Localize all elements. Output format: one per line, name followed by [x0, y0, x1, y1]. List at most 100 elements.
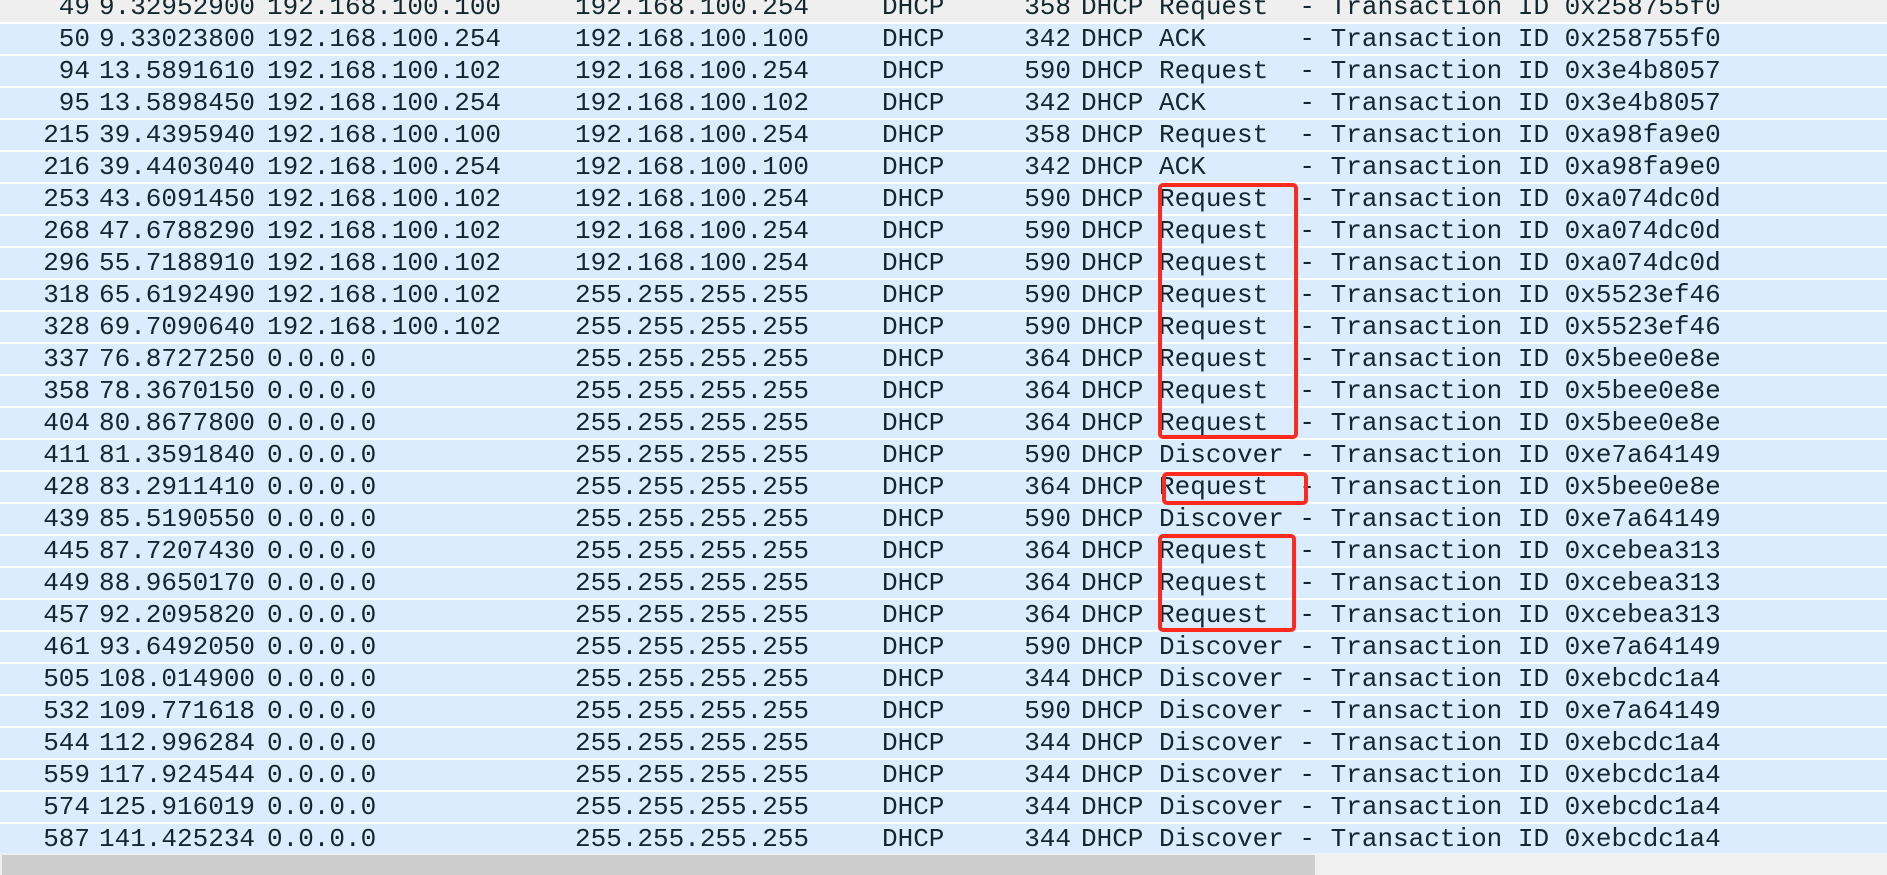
scrollbar-thumb[interactable] [2, 855, 1315, 875]
packet-length: 344 [1024, 664, 1071, 694]
packet-destination: 255.255.255.255 [575, 408, 810, 438]
table-row[interactable]: 50 9.33023800 192.168.100.254 192.168.100.1… [0, 24, 1887, 54]
packet-number: 296 [43, 248, 90, 278]
packet-protocol: DHCP [882, 152, 945, 182]
packet-destination: 255.255.255.255 [575, 440, 810, 470]
packet-time: 47.6788290 [99, 216, 256, 246]
packet-destination: 192.168.100.102 [575, 88, 810, 118]
packet-info: DHCP Discover - Transaction ID 0xebcdc1a… [1081, 824, 1721, 854]
packet-destination: 255.255.255.255 [575, 344, 810, 374]
table-row[interactable]: 587 141.425234 0.0.0.0 255.255.255.255 DHCP 3… [0, 824, 1887, 854]
packet-protocol: DHCP [882, 600, 945, 630]
packet-info: DHCP Discover - Transaction ID 0xe7a6414… [1081, 504, 1721, 534]
table-row[interactable]: 532 109.771618 0.0.0.0 255.255.255.255 DHCP 5… [0, 696, 1887, 726]
packet-time: 141.425234 [99, 824, 256, 854]
table-row[interactable]: 268 47.6788290 192.168.100.102 192.168.100.… [0, 216, 1887, 246]
packet-source: 0.0.0.0 [267, 792, 377, 822]
table-row[interactable]: 337 76.8727250 0.0.0.0 255.255.255.255 DHCP 3… [0, 344, 1887, 374]
table-row[interactable]: 559 117.924544 0.0.0.0 255.255.255.255 DHCP 3… [0, 760, 1887, 790]
packet-destination: 255.255.255.255 [575, 280, 810, 310]
table-row[interactable]: 461 93.6492050 0.0.0.0 255.255.255.255 DHCP 5… [0, 632, 1887, 662]
packet-time: 125.916019 [99, 792, 256, 822]
packet-protocol: DHCP [882, 728, 945, 758]
table-row[interactable]: 445 87.7207430 0.0.0.0 255.255.255.255 DHCP 3… [0, 536, 1887, 566]
packet-info: DHCP Discover - Transaction ID 0xebcdc1a… [1081, 664, 1721, 694]
packet-protocol: DHCP [882, 376, 945, 406]
table-row[interactable]: 215 39.4395940 192.168.100.100 192.168.100.… [0, 120, 1887, 150]
horizontal-scrollbar[interactable] [0, 853, 1887, 875]
packet-length: 590 [1024, 216, 1071, 246]
table-row[interactable]: 296 55.7188910 192.168.100.102 192.168.100.… [0, 248, 1887, 278]
table-row[interactable]: 574 125.916019 0.0.0.0 255.255.255.255 DHCP 3… [0, 792, 1887, 822]
packet-time: 92.2095820 [99, 600, 256, 630]
table-row[interactable]: 428 83.2911410 0.0.0.0 255.255.255.255 DHCP 3… [0, 472, 1887, 502]
table-row[interactable]: 328 69.7090640 192.168.100.102 255.255.255.… [0, 312, 1887, 342]
packet-destination: 192.168.100.254 [575, 0, 810, 22]
packet-length: 364 [1024, 376, 1071, 406]
packet-number: 215 [43, 120, 90, 150]
packet-number: 50 [58, 24, 90, 54]
packet-source: 192.168.100.100 [267, 120, 502, 150]
packet-number: 216 [43, 152, 90, 182]
packet-length: 590 [1024, 248, 1071, 278]
table-row[interactable]: 49 9.32952900 192.168.100.100 192.168.100.2… [0, 0, 1887, 22]
packet-length: 344 [1024, 760, 1071, 790]
packet-source: 0.0.0.0 [267, 472, 377, 502]
table-row[interactable]: 449 88.9650170 0.0.0.0 255.255.255.255 DHCP 3… [0, 568, 1887, 598]
packet-protocol: DHCP [882, 280, 945, 310]
packet-time: 108.014900 [99, 664, 256, 694]
packet-number: 337 [43, 344, 90, 374]
packet-length: 344 [1024, 824, 1071, 854]
packet-source: 192.168.100.254 [267, 152, 502, 182]
packet-length: 364 [1024, 408, 1071, 438]
table-row[interactable]: 94 13.5891610 192.168.100.102 192.168.100.2… [0, 56, 1887, 86]
table-row[interactable]: 318 65.6192490 192.168.100.102 255.255.255.… [0, 280, 1887, 310]
table-row[interactable]: 216 39.4403040 192.168.100.254 192.168.100.… [0, 152, 1887, 182]
table-row[interactable]: 404 80.8677800 0.0.0.0 255.255.255.255 DHCP 3… [0, 408, 1887, 438]
packet-source: 0.0.0.0 [267, 440, 377, 470]
table-row[interactable]: 544 112.996284 0.0.0.0 255.255.255.255 DHCP 3… [0, 728, 1887, 758]
packet-source: 0.0.0.0 [267, 760, 377, 790]
packet-length: 364 [1024, 600, 1071, 630]
packet-protocol: DHCP [882, 56, 945, 86]
packet-source: 0.0.0.0 [267, 568, 377, 598]
packet-destination: 255.255.255.255 [575, 312, 810, 342]
packet-destination: 255.255.255.255 [575, 824, 810, 854]
packet-protocol: DHCP [882, 504, 945, 534]
packet-time: 13.5891610 [99, 56, 256, 86]
packet-number: 49 [58, 0, 90, 22]
packet-protocol: DHCP [882, 344, 945, 374]
table-row[interactable]: 358 78.3670150 0.0.0.0 255.255.255.255 DHCP 3… [0, 376, 1887, 406]
packet-source: 192.168.100.100 [267, 0, 502, 22]
packet-length: 364 [1024, 472, 1071, 502]
table-row[interactable]: 253 43.6091450 192.168.100.102 192.168.100.… [0, 184, 1887, 214]
packet-number: 328 [43, 312, 90, 342]
packet-protocol: DHCP [882, 536, 945, 566]
packet-protocol: DHCP [882, 760, 945, 790]
packet-time: 65.6192490 [99, 280, 256, 310]
packet-destination: 255.255.255.255 [575, 792, 810, 822]
packet-number: 449 [43, 568, 90, 598]
table-row[interactable]: 95 13.5898450 192.168.100.254 192.168.100.1… [0, 88, 1887, 118]
table-row[interactable]: 457 92.2095820 0.0.0.0 255.255.255.255 DHCP 3… [0, 600, 1887, 630]
packet-time: 81.3591840 [99, 440, 256, 470]
packet-protocol: DHCP [882, 312, 945, 342]
packet-source: 192.168.100.102 [267, 56, 502, 86]
packet-protocol: DHCP [882, 568, 945, 598]
packet-destination: 192.168.100.254 [575, 120, 810, 150]
packet-protocol: DHCP [882, 408, 945, 438]
packet-source: 0.0.0.0 [267, 824, 377, 854]
table-row[interactable]: 411 81.3591840 0.0.0.0 255.255.255.255 DHCP 5… [0, 440, 1887, 470]
packet-time: 9.32952900 [99, 0, 256, 22]
packet-protocol: DHCP [882, 248, 945, 278]
table-row[interactable]: 505 108.014900 0.0.0.0 255.255.255.255 DHCP 3… [0, 664, 1887, 694]
packet-protocol: DHCP [882, 440, 945, 470]
packet-time: 117.924544 [99, 760, 256, 790]
packet-time: 83.2911410 [99, 472, 256, 502]
packet-destination: 255.255.255.255 [575, 472, 810, 502]
packet-destination: 192.168.100.254 [575, 248, 810, 278]
packet-list: 49 9.32952900 192.168.100.100 192.168.100.2… [0, 0, 1887, 856]
packet-destination: 192.168.100.254 [575, 216, 810, 246]
table-row[interactable]: 439 85.5190550 0.0.0.0 255.255.255.255 DHCP 5… [0, 504, 1887, 534]
packet-source: 0.0.0.0 [267, 632, 377, 662]
